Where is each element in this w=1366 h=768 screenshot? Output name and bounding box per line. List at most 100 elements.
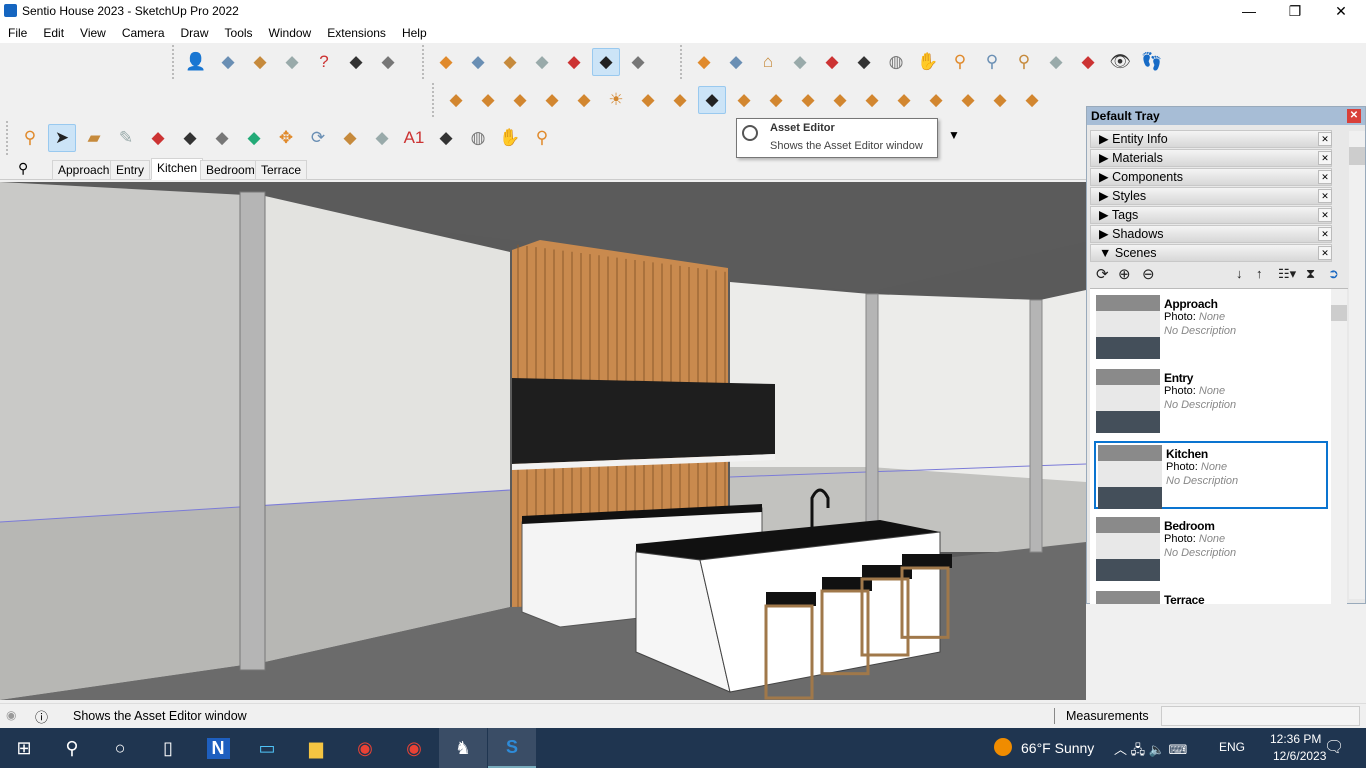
material-palette-icon[interactable]: ◆ [730, 86, 758, 114]
update-scene-icon[interactable]: ⟳ [1096, 265, 1109, 283]
scene-tab-entry[interactable]: Entry [110, 160, 151, 180]
expand-arrow-icon[interactable]: ▶ [1099, 189, 1109, 203]
menu-window[interactable]: Window [261, 26, 320, 40]
panel-scenes[interactable]: ▼ Scenes ✕ [1090, 244, 1332, 262]
remove-scene-icon[interactable]: ⊖ [1142, 265, 1155, 283]
hidden-line-icon[interactable]: ◆ [528, 48, 556, 76]
panel-close-button[interactable]: ✕ [1318, 246, 1332, 260]
scrollbar-thumb[interactable] [1331, 305, 1347, 321]
iso-view-icon[interactable]: ◆ [786, 48, 814, 76]
toolbar-overflow-chevron-icon[interactable]: ▼ [948, 128, 960, 142]
panel-tags[interactable]: ▶ Tags ✕ [1090, 206, 1332, 224]
menu-file[interactable]: File [0, 26, 35, 40]
rectangle-icon[interactable]: ◆ [176, 124, 204, 152]
scene-tab-terrace[interactable]: Terrace [255, 160, 308, 180]
maximize-button[interactable]: ❐ [1272, 0, 1318, 22]
window-3-icon[interactable]: ◆ [1018, 86, 1046, 114]
panel-close-button[interactable]: ✕ [1318, 208, 1332, 222]
extension-warehouse-icon[interactable]: ◆ [722, 48, 750, 76]
shaded-icon[interactable]: ◆ [560, 48, 588, 76]
stove-icon[interactable]: ◆ [890, 86, 918, 114]
panel-close-button[interactable]: ✕ [1318, 189, 1332, 203]
push-pull-icon[interactable]: ◆ [208, 124, 236, 152]
render-icon[interactable]: ◆ [826, 86, 854, 114]
move-scene-up-icon[interactable]: ↑ [1256, 266, 1263, 281]
measurements-input[interactable] [1161, 706, 1360, 726]
zoom-icon[interactable]: ⚲ [528, 124, 556, 152]
select-icon[interactable]: ➤ [48, 124, 76, 152]
search-icon[interactable]: ⚲ [18, 160, 28, 177]
home-icon[interactable]: ⌂ [754, 48, 782, 76]
profile-icon[interactable]: 👤 [182, 48, 210, 76]
expand-arrow-icon[interactable]: ▶ [1099, 227, 1109, 241]
panel-close-button[interactable]: ✕ [1318, 132, 1332, 146]
expand-arrow-icon[interactable]: ▶ [1099, 132, 1109, 146]
eraser-icon[interactable]: ▰ [80, 124, 108, 152]
rhino-icon[interactable]: ♞ [439, 728, 487, 768]
orbit-icon[interactable]: ◍ [464, 124, 492, 152]
back-edges-icon[interactable]: ◆ [464, 48, 492, 76]
menu-tools[interactable]: Tools [217, 26, 261, 40]
menu-view[interactable]: View [72, 26, 114, 40]
panel-materials[interactable]: ▶ Materials ✕ [1090, 149, 1332, 167]
stove-2-icon[interactable]: ◆ [922, 86, 950, 114]
start-button[interactable]: ⊞ [0, 728, 48, 768]
clock-time[interactable]: 12:36 PM [1270, 732, 1321, 746]
zoom-window-icon[interactable]: ⚲ [978, 48, 1006, 76]
dome-icon[interactable]: ◆ [634, 86, 662, 114]
scene-item-bedroom[interactable]: Bedroom Photo: None No Description [1094, 515, 1328, 583]
teapot-2-icon[interactable]: ◆ [794, 86, 822, 114]
window-2-icon[interactable]: ◆ [986, 86, 1014, 114]
scale-icon[interactable]: ◆ [336, 124, 364, 152]
follow-me-icon[interactable]: ◆ [240, 124, 268, 152]
upload-model-icon[interactable]: ◆ [246, 48, 274, 76]
system-tray-icons[interactable]: ︿ 🖧 🔈 ⌨ [1114, 739, 1187, 763]
paint-bucket-icon[interactable]: ◆ [432, 124, 460, 152]
asset-editor-icon[interactable]: ◆ [698, 86, 726, 114]
panel-close-button[interactable]: ✕ [1318, 170, 1332, 184]
sun-icon[interactable]: ☀ [602, 86, 630, 114]
panel-close-button[interactable]: ✕ [1318, 227, 1332, 241]
spot-light-icon[interactable]: ◆ [570, 86, 598, 114]
cortana-icon[interactable]: ○ [96, 728, 144, 768]
export-scene-icon[interactable]: ➲ [1328, 266, 1339, 282]
cone-icon[interactable]: ◆ [538, 86, 566, 114]
front-view-icon[interactable]: ◆ [818, 48, 846, 76]
panel-close-button[interactable]: ✕ [1318, 151, 1332, 165]
scenes-scrollbar[interactable] [1331, 289, 1347, 604]
position-camera-icon[interactable]: ◆ [1074, 48, 1102, 76]
view-options-icon[interactable]: ☷▾ [1278, 266, 1296, 282]
window-icon[interactable]: ◆ [954, 86, 982, 114]
add-scene-icon[interactable]: ⊕ [1118, 265, 1131, 283]
move-icon[interactable]: ✥ [272, 124, 300, 152]
wireframe-icon[interactable]: ◆ [496, 48, 524, 76]
section-plane-icon[interactable]: ◆ [474, 86, 502, 114]
scene-tab-approach[interactable]: Approach [52, 160, 116, 180]
expand-arrow-icon[interactable]: ▶ [1099, 208, 1109, 222]
sketchup-taskbar-icon[interactable]: S [488, 728, 536, 768]
generate-report-icon[interactable]: ◆ [374, 48, 402, 76]
news-app-icon[interactable]: N [194, 728, 242, 768]
help-icon[interactable]: ? [310, 48, 338, 76]
info-icon[interactable]: ⓘ [35, 707, 48, 726]
show-details-icon[interactable]: ⧗ [1306, 266, 1315, 282]
expand-arrow-icon[interactable]: ▶ [1099, 151, 1109, 165]
scene-item-approach[interactable]: Approach Photo: None No Description [1094, 293, 1328, 361]
walk-icon[interactable]: 👣 [1138, 48, 1166, 76]
monochrome-icon[interactable]: ◆ [624, 48, 652, 76]
pencil-icon[interactable]: ✎ [112, 124, 140, 152]
panel-entity-info[interactable]: ▶ Entity Info ✕ [1090, 130, 1332, 148]
previous-view-icon[interactable]: ◆ [1042, 48, 1070, 76]
look-around-icon[interactable]: 👁 [1106, 48, 1134, 76]
menu-draw[interactable]: Draw [173, 26, 217, 40]
environment-icon[interactable]: ◆ [442, 86, 470, 114]
scrollbar-thumb[interactable] [1349, 147, 1365, 165]
language-indicator[interactable]: ENG [1219, 740, 1245, 754]
minimize-button[interactable]: — [1226, 0, 1272, 22]
panel-shadows[interactable]: ▶ Shadows ✕ [1090, 225, 1332, 243]
task-view-icon[interactable]: ▯ [144, 728, 192, 768]
expand-arrow-icon[interactable]: ▶ [1099, 170, 1109, 184]
tray-close-button[interactable]: ✕ [1347, 109, 1361, 123]
scene-item-terrace[interactable]: Terrace [1094, 589, 1328, 604]
shaded-textures-icon[interactable]: ◆ [592, 48, 620, 76]
